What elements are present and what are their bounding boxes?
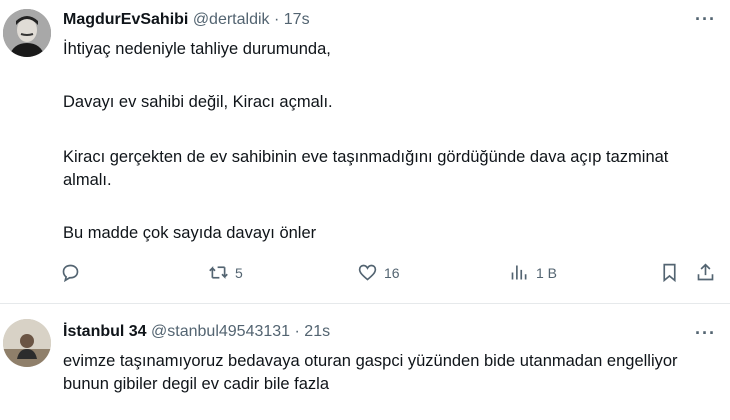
timestamp[interactable]: 17s <box>284 11 310 28</box>
share-button[interactable] <box>695 262 716 283</box>
tweet-paragraph: Bu madde çok sayıda davayı önler <box>63 224 317 242</box>
retweet-count: 5 <box>235 264 243 281</box>
tweet-header: MagdurEvSahibi @dertaldik · 17s <box>63 9 310 31</box>
more-icon[interactable]: ··· <box>695 10 716 28</box>
separator-dot: · <box>273 11 280 28</box>
tweet-paragraph: İhtiyaç nedeniyle tahliye durumunda, <box>63 40 331 58</box>
views-icon <box>511 265 527 280</box>
like-button[interactable]: 16 <box>357 262 400 283</box>
heart-icon <box>358 264 377 281</box>
author-handle[interactable]: @stanbul49543131 <box>151 323 290 340</box>
tweet-header: İstanbul 34 @stanbul49543131 · 21s <box>63 321 330 343</box>
avatar[interactable] <box>3 9 51 57</box>
tweet-text: evimze taşınamıyoruz bedavaya oturan gas… <box>63 350 708 396</box>
tweet[interactable]: İstanbul 34 @stanbul49543131 · 21s ··· e… <box>0 304 730 420</box>
retweet-icon <box>209 266 228 279</box>
tweet-paragraph: Davayı ev sahibi değil, Kiracı açmalı. <box>63 93 333 111</box>
author-name[interactable]: MagdurEvSahibi <box>63 11 188 28</box>
separator-dot: · <box>294 323 300 340</box>
author-handle[interactable]: @dertaldik <box>193 11 270 28</box>
timestamp[interactable]: 21s <box>304 323 330 340</box>
more-icon[interactable]: ··· <box>695 324 716 342</box>
avatar[interactable] <box>3 319 51 367</box>
tweet-paragraph: Kiracı gerçekten de ev sahibinin eve taş… <box>63 148 669 189</box>
like-count: 16 <box>384 264 400 281</box>
view-count: 1 B <box>536 264 558 281</box>
author-name[interactable]: İstanbul 34 <box>63 323 147 340</box>
views-button[interactable]: 1 B <box>509 262 557 283</box>
tweet[interactable]: MagdurEvSahibi @dertaldik · 17s ··· İhti… <box>0 0 730 303</box>
reply-icon <box>62 264 79 283</box>
bookmark-button[interactable] <box>659 262 680 283</box>
tweet-paragraph: evimze taşınamıyoruz bedavaya oturan gas… <box>63 352 678 393</box>
reply-button[interactable] <box>60 262 87 283</box>
retweet-button[interactable]: 5 <box>208 262 243 283</box>
bookmark-icon <box>663 263 676 283</box>
tweet-actions: 5 16 1 B <box>60 262 720 288</box>
share-icon <box>697 263 714 281</box>
